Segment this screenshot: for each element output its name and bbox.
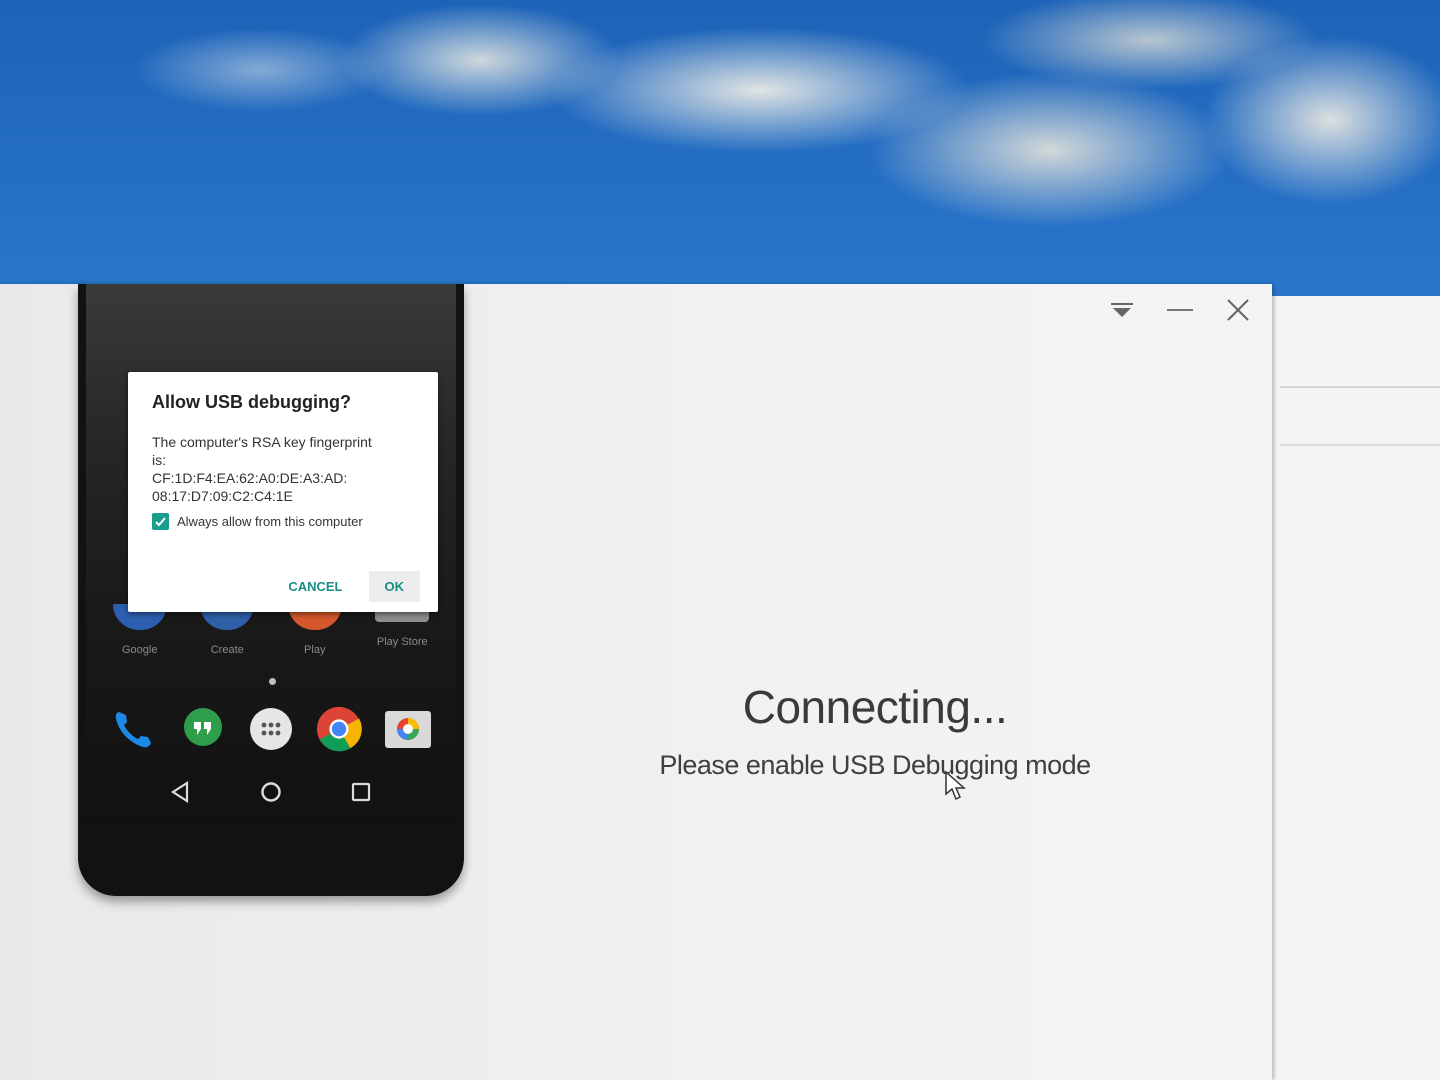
mouse-cursor-icon <box>944 770 968 807</box>
app-play-store[interactable]: Play Store <box>367 604 437 664</box>
recents-icon[interactable] <box>350 781 372 808</box>
app-label: Create <box>210 644 244 656</box>
minimize-icon[interactable] <box>1164 296 1196 324</box>
message-line: is: <box>152 452 166 468</box>
cancel-button[interactable]: CANCEL <box>278 571 352 602</box>
checkbox-label: Always allow from this computer <box>177 514 363 529</box>
app-window: Google Create Play Play Store Allow USB … <box>0 284 1272 1080</box>
phone-mockup: Google Create Play Play Store Allow USB … <box>78 284 464 896</box>
dialog-actions: CANCEL OK <box>278 571 420 602</box>
phone-screen: Google Create Play Play Store Allow USB … <box>86 284 456 824</box>
app-play-folder[interactable]: Play <box>280 604 350 664</box>
connection-status: Connecting... Please enable USB Debuggin… <box>520 680 1230 781</box>
dropdown-menu-icon[interactable] <box>1106 296 1138 324</box>
usb-debugging-dialog: Allow USB debugging? The computer's RSA … <box>128 372 438 612</box>
dock <box>86 702 456 756</box>
divider <box>1280 444 1440 446</box>
camera-icon[interactable] <box>384 705 432 753</box>
chrome-icon[interactable] <box>315 705 363 753</box>
app-label: Play Store <box>376 636 428 648</box>
status-title: Connecting... <box>742 681 1008 733</box>
background-window[interactable] <box>1260 296 1440 1080</box>
back-icon[interactable] <box>170 780 192 808</box>
app-google-folder[interactable]: Google <box>105 604 175 664</box>
app-label: Google <box>122 644 158 656</box>
always-allow-checkbox-row[interactable]: Always allow from this computer <box>152 513 414 530</box>
fingerprint-line: 08:17:D7:09:C2:C4:1E <box>152 488 293 504</box>
close-icon[interactable] <box>1222 296 1254 324</box>
divider <box>1280 386 1440 388</box>
dialog-title: Allow USB debugging? <box>152 392 351 412</box>
navigation-bar <box>86 776 456 812</box>
page-indicator <box>269 678 276 685</box>
hangouts-icon[interactable] <box>179 705 227 753</box>
app-create-folder[interactable]: Create <box>192 604 262 664</box>
app-label: Play <box>304 644 326 656</box>
message-line: The computer's RSA key fingerprint <box>152 434 372 450</box>
app-drawer-icon[interactable] <box>247 705 295 753</box>
fingerprint-line: CF:1D:F4:EA:62:A0:DE:A3:AD: <box>152 470 348 486</box>
phone-icon[interactable] <box>110 705 158 753</box>
dialog-message: The computer's RSA key fingerprint is: C… <box>152 433 414 505</box>
window-controls <box>1106 296 1254 324</box>
app-row: Google Create Play Play Store <box>86 604 456 664</box>
always-allow-checkbox[interactable] <box>152 513 169 530</box>
ok-button[interactable]: OK <box>368 571 420 602</box>
home-icon[interactable] <box>259 780 283 809</box>
status-subtitle: Please enable USB Debugging mode <box>659 750 1091 780</box>
